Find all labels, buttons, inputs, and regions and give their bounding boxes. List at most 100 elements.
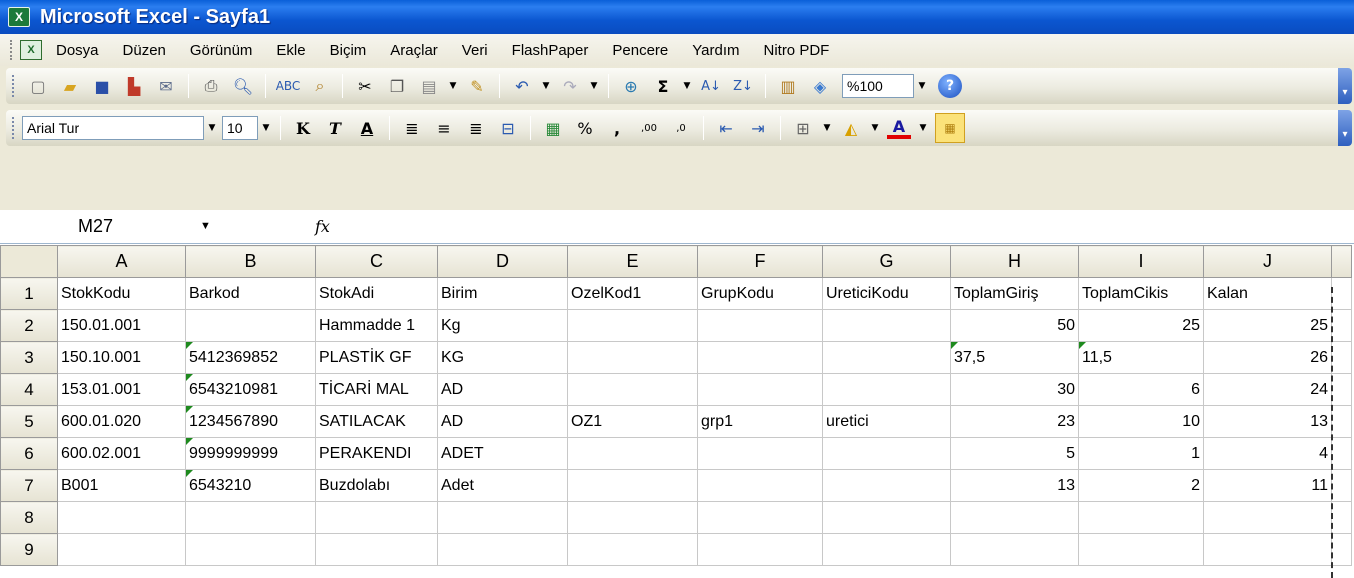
cell-j8[interactable] xyxy=(1203,501,1332,534)
column-header-d[interactable]: D xyxy=(437,245,568,278)
column-header-c[interactable]: C xyxy=(315,245,438,278)
cell-a2[interactable]: 150.01.001 xyxy=(57,309,186,342)
borders-dropdown-icon[interactable]: ▼ xyxy=(819,116,835,140)
cell-c4[interactable]: TİCARİ MAL xyxy=(315,373,438,406)
column-header-g[interactable]: G xyxy=(822,245,951,278)
bold-icon[interactable]: K xyxy=(291,116,315,140)
cell-k2[interactable] xyxy=(1331,309,1352,342)
row-header[interactable]: 3 xyxy=(0,341,58,374)
autosum-icon[interactable]: Σ xyxy=(651,74,675,98)
cell-k4[interactable] xyxy=(1331,373,1352,406)
name-box-dropdown-icon[interactable]: ▼ xyxy=(200,220,211,232)
menu-dosya[interactable]: Dosya xyxy=(56,42,99,59)
cell-b8[interactable] xyxy=(185,501,316,534)
menu-grip[interactable] xyxy=(10,40,14,60)
cell-f4[interactable] xyxy=(697,373,823,406)
cell-d5[interactable]: AD xyxy=(437,405,568,438)
row-header[interactable]: 8 xyxy=(0,501,58,534)
cell-h7[interactable]: 13 xyxy=(950,469,1079,502)
cell-f2[interactable] xyxy=(697,309,823,342)
cell-f3[interactable] xyxy=(697,341,823,374)
cell-i6[interactable]: 1 xyxy=(1078,437,1204,470)
print-icon[interactable]: ⎙ xyxy=(199,74,223,98)
zoom-input[interactable]: %100 xyxy=(842,74,914,98)
currency-icon[interactable]: ▦ xyxy=(541,116,565,140)
menu-yardim[interactable]: Yardım xyxy=(692,42,739,59)
cell-h5[interactable]: 23 xyxy=(950,405,1079,438)
menu-bicim[interactable]: Biçim xyxy=(330,42,367,59)
cell-d8[interactable] xyxy=(437,501,568,534)
excel-app-icon[interactable]: X xyxy=(8,7,30,27)
cell-b4[interactable]: 6543210981 xyxy=(185,373,316,406)
cell-b5[interactable]: 1234567890 xyxy=(185,405,316,438)
row-header[interactable]: 7 xyxy=(0,469,58,502)
email-icon[interactable]: ✉ xyxy=(154,74,178,98)
paste-dropdown-icon[interactable]: ▼ xyxy=(445,74,461,98)
cell-d6[interactable]: ADET xyxy=(437,437,568,470)
cell-a3[interactable]: 150.10.001 xyxy=(57,341,186,374)
sort-descending-icon[interactable]: Z↓ xyxy=(731,74,755,98)
font-size-dropdown-icon[interactable]: ▼ xyxy=(258,116,274,140)
row-header[interactable]: 6 xyxy=(0,437,58,470)
toolbar-grip[interactable] xyxy=(12,117,16,139)
cell-d4[interactable]: AD xyxy=(437,373,568,406)
cell-c8[interactable] xyxy=(315,501,438,534)
align-left-icon[interactable]: ≣ xyxy=(400,116,424,140)
save-icon[interactable]: ■ xyxy=(90,74,114,98)
cell-e8[interactable] xyxy=(567,501,698,534)
cell-h9[interactable] xyxy=(950,533,1079,566)
cell-k3[interactable] xyxy=(1331,341,1352,374)
cell-e6[interactable] xyxy=(567,437,698,470)
cell-g8[interactable] xyxy=(822,501,951,534)
cell-g3[interactable] xyxy=(822,341,951,374)
column-header-h[interactable]: H xyxy=(950,245,1079,278)
fx-icon[interactable]: fx xyxy=(245,217,330,236)
cell-i9[interactable] xyxy=(1078,533,1204,566)
cell-g6[interactable] xyxy=(822,437,951,470)
menu-ekle[interactable]: Ekle xyxy=(276,42,305,59)
cell-c9[interactable] xyxy=(315,533,438,566)
cell-c6[interactable]: PERAKENDI xyxy=(315,437,438,470)
percent-icon[interactable]: % xyxy=(573,116,597,140)
menu-araclar[interactable]: Araçlar xyxy=(390,42,438,59)
fill-color-icon[interactable]: ◭ xyxy=(839,116,863,140)
cell-e3[interactable] xyxy=(567,341,698,374)
zoom-dropdown-icon[interactable]: ▼ xyxy=(914,74,930,98)
cell-j2[interactable]: 25 xyxy=(1203,309,1332,342)
cell-f7[interactable] xyxy=(697,469,823,502)
cell-j3[interactable]: 26 xyxy=(1203,341,1332,374)
open-folder-icon[interactable]: ▰ xyxy=(58,74,82,98)
cell-g7[interactable] xyxy=(822,469,951,502)
cell-e2[interactable] xyxy=(567,309,698,342)
toolbar-options-icon[interactable]: ▾ xyxy=(1338,68,1352,104)
cell-j7[interactable]: 11 xyxy=(1203,469,1332,502)
workbook-icon[interactable]: X xyxy=(20,40,42,60)
menu-pencere[interactable]: Pencere xyxy=(612,42,668,59)
cell-i7[interactable]: 2 xyxy=(1078,469,1204,502)
row-header[interactable]: 9 xyxy=(0,533,58,566)
cell-a7[interactable]: B001 xyxy=(57,469,186,502)
cell-e1[interactable]: OzelKod1 xyxy=(567,277,698,310)
autosum-dropdown-icon[interactable]: ▼ xyxy=(679,74,695,98)
research-icon[interactable]: ⌕ xyxy=(308,74,332,98)
cell-c2[interactable]: Hammadde 1 xyxy=(315,309,438,342)
cell-k6[interactable] xyxy=(1331,437,1352,470)
cell-h4[interactable]: 30 xyxy=(950,373,1079,406)
cell-g5[interactable]: uretici xyxy=(822,405,951,438)
cell-b3[interactable]: 5412369852 xyxy=(185,341,316,374)
cell-k8[interactable] xyxy=(1331,501,1352,534)
undo-icon[interactable]: ↶ xyxy=(510,74,534,98)
font-size-select[interactable]: 10 xyxy=(222,116,258,140)
new-document-icon[interactable]: ▢ xyxy=(26,74,50,98)
cell-b2[interactable] xyxy=(185,309,316,342)
highlight-grid-icon[interactable]: ▦ xyxy=(935,113,965,143)
undo-dropdown-icon[interactable]: ▼ xyxy=(538,74,554,98)
comma-style-icon[interactable]: , xyxy=(605,116,629,140)
font-color-dropdown-icon[interactable]: ▼ xyxy=(915,116,931,140)
spelling-icon[interactable]: ABC xyxy=(276,74,301,98)
cell-i4[interactable]: 6 xyxy=(1078,373,1204,406)
hyperlink-icon[interactable]: ⊕ xyxy=(619,74,643,98)
cell-g2[interactable] xyxy=(822,309,951,342)
cell-i8[interactable] xyxy=(1078,501,1204,534)
cell-k1[interactable] xyxy=(1331,277,1352,310)
